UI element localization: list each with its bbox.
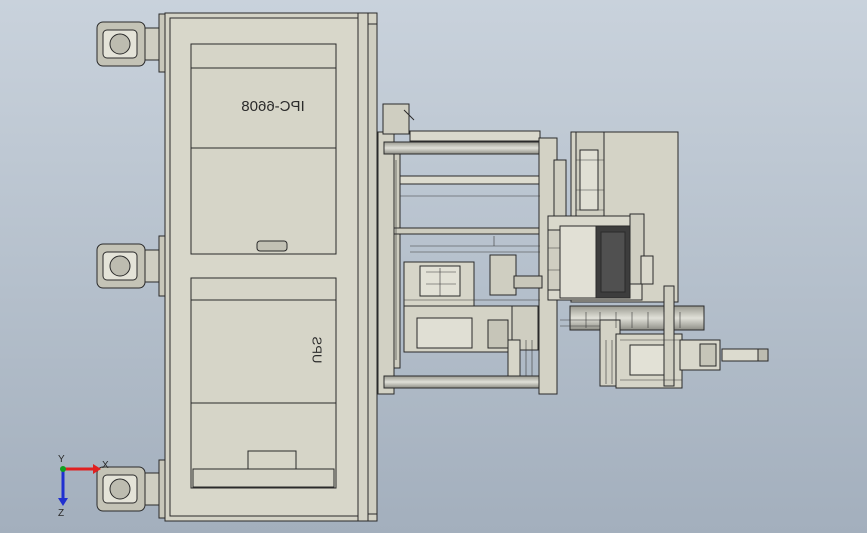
ipc-panel: [190, 43, 337, 255]
y-axis-label: Y: [58, 454, 65, 465]
right-unit: [547, 131, 679, 303]
z-axis-label: Z: [58, 508, 64, 519]
ups-label-group: UPS: [310, 336, 325, 363]
y-axis-dot: [60, 466, 66, 472]
z-arrowhead-icon: [58, 498, 68, 506]
caster-top: [96, 13, 168, 73]
machine-drawing: IPC-6608 UPS X Y Z: [58, 12, 769, 522]
ipc-label: IPC-6608: [241, 98, 304, 115]
x-axis-label: X: [102, 460, 109, 471]
cabinet: [164, 12, 378, 522]
center-actuator: [403, 254, 543, 377]
caster-middle: [96, 235, 168, 297]
connector-icon: [256, 240, 288, 252]
ups-label: UPS: [310, 336, 325, 363]
ipc-label-group: IPC-6608: [241, 98, 304, 115]
cad-viewport[interactable]: IPC-6608 UPS X Y Z: [0, 0, 867, 533]
